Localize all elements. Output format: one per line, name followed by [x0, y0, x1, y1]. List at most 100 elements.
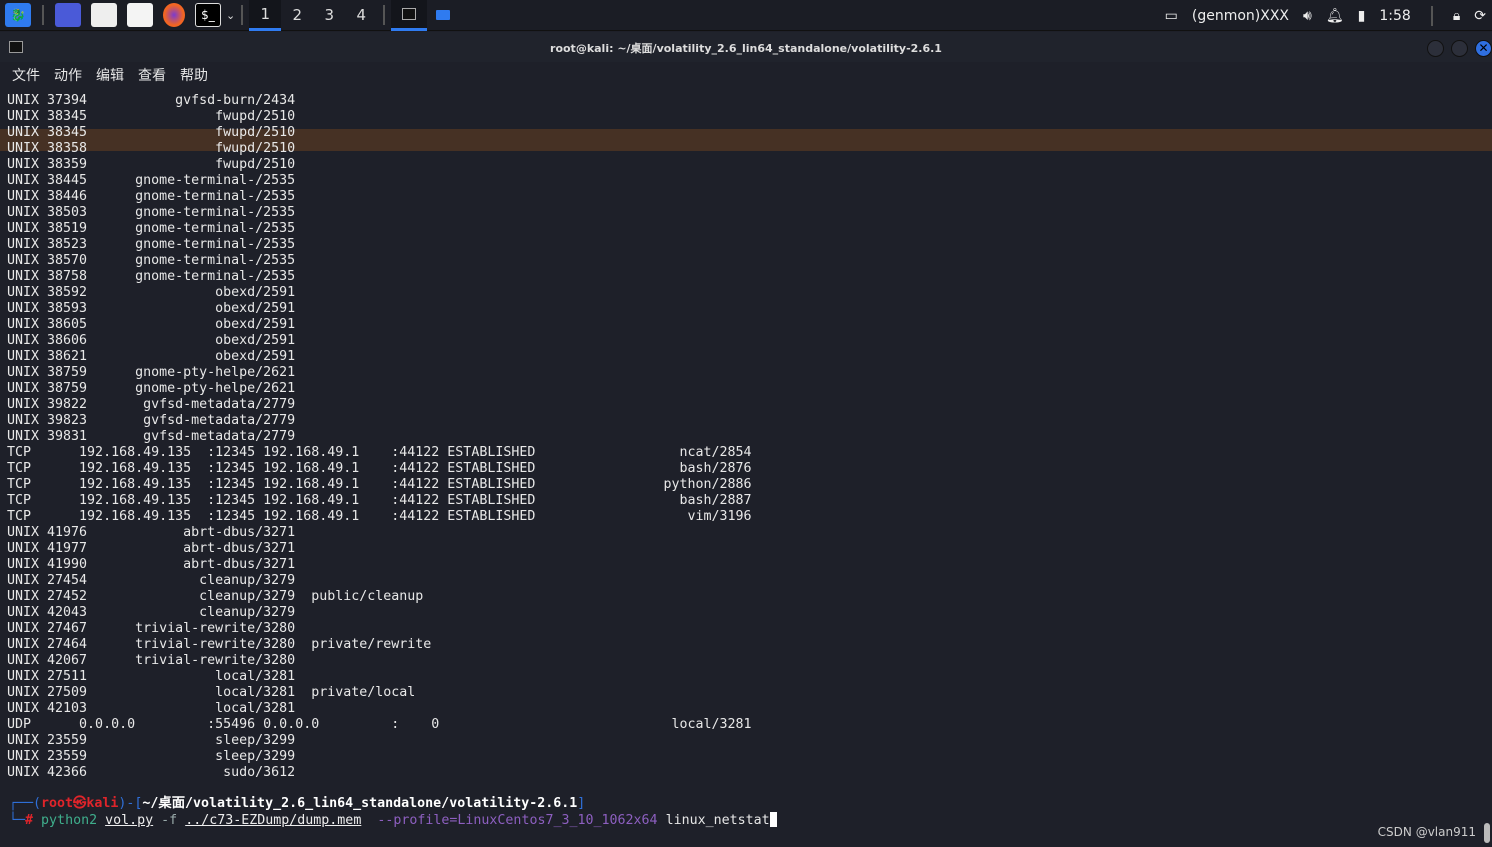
terminal-icon[interactable]: $_ — [195, 3, 221, 27]
desktop-icon[interactable] — [55, 3, 81, 27]
maximize-button[interactable] — [1451, 40, 1468, 57]
field-inode: 23559 — [47, 733, 88, 748]
shell-prompt[interactable]: ┌──(root㉿kali)-[~/桌面/volatility_2.6_lin6… — [9, 796, 777, 829]
netstat-row: TCP 192.168.49.135:12345 192.168.49.1:4412… — [7, 493, 808, 509]
netstat-row: UNIX 23559 sleep/3299 — [7, 749, 808, 765]
field-remote-ip: 192.168.49.1 — [263, 493, 360, 508]
field-state: ESTABLISHED — [447, 445, 536, 460]
field-inode: 39823 — [47, 413, 88, 428]
field-proto: UNIX — [7, 573, 40, 588]
menu-help[interactable]: 帮助 — [180, 65, 208, 85]
network-icon[interactable]: ▭ — [1165, 8, 1178, 24]
netstat-row: UNIX 39822 gvfsd-metadata/2779 — [7, 397, 808, 413]
menu-bar: 文件 动作 编辑 查看 帮助 — [0, 62, 208, 88]
field-local-port: :12345 — [207, 461, 256, 476]
prompt-symbol: # — [25, 813, 34, 828]
notification-bell-icon[interactable]: 🔔︎ — [1326, 8, 1344, 24]
field-proto: UNIX — [7, 749, 40, 764]
field-inode: 42103 — [47, 701, 88, 716]
field-proto: UNIX — [7, 365, 40, 380]
field-proto: UNIX — [7, 701, 40, 716]
menu-edit[interactable]: 编辑 — [96, 65, 124, 85]
field-inode: 39831 — [47, 429, 88, 444]
netstat-row: UNIX 39823 gvfsd-metadata/2779 — [7, 413, 808, 429]
field-process: gnome-terminal-/2535 — [135, 269, 296, 284]
task-folder[interactable] — [427, 0, 459, 31]
close-button[interactable]: ✕ — [1475, 40, 1492, 57]
workspace-4[interactable]: 4 — [345, 0, 377, 31]
netstat-row: UNIX 38570 gnome-terminal-/2535 — [7, 253, 808, 269]
field-process: abrt-dbus/3271 — [183, 541, 296, 556]
menu-file[interactable]: 文件 — [12, 65, 40, 85]
firefox-icon[interactable] — [163, 3, 185, 27]
scrollbar[interactable] — [1484, 823, 1490, 843]
battery-icon[interactable]: ▮ — [1358, 8, 1366, 24]
clock[interactable]: 1:58 — [1379, 8, 1410, 24]
workspace-1[interactable]: 1 — [249, 0, 282, 31]
field-proto: TCP — [7, 493, 32, 508]
field-remote-port: :44122 — [391, 477, 440, 492]
cmd-file: ../c73-EZDump/dump.mem — [185, 813, 362, 828]
field-process: gnome-terminal-/2535 — [135, 173, 296, 188]
field-proto: UNIX — [7, 525, 40, 540]
field-inode: 38446 — [47, 189, 88, 204]
minimize-button[interactable] — [1427, 40, 1444, 57]
field-inode: 38523 — [47, 237, 88, 252]
cmd-flag: -f — [161, 813, 178, 828]
netstat-row: UNIX 42103 local/3281 — [7, 701, 808, 717]
field-process: python/2886 — [663, 477, 752, 492]
logout-icon[interactable]: ⟳ — [1474, 8, 1486, 24]
netstat-row: UNIX 27511 local/3281 — [7, 669, 808, 685]
field-proto: UNIX — [7, 605, 40, 620]
field-proto: UNIX — [7, 397, 40, 412]
field-state: ESTABLISHED — [447, 493, 536, 508]
terminal-icon — [402, 7, 417, 20]
netstat-row: UNIX 38345 fwupd/2510 — [7, 109, 808, 125]
field-inode: 38759 — [47, 381, 88, 396]
field-proto: UDP — [7, 717, 32, 732]
netstat-row: UNIX 38759 gnome-pty-helpe/2621 — [7, 365, 808, 381]
menu-view[interactable]: 查看 — [138, 65, 166, 85]
field-inode: 42067 — [47, 653, 88, 668]
task-terminal[interactable] — [391, 0, 428, 31]
netstat-row: UNIX 38606 obexd/2591 — [7, 333, 808, 349]
field-remote-ip: 192.168.49.1 — [263, 509, 360, 524]
genmon-label[interactable]: (genmon)XXX — [1192, 8, 1289, 24]
field-process: cleanup/3279 — [199, 573, 296, 588]
netstat-row: UNIX 42366 sudo/3612 — [7, 765, 808, 781]
folder-icon — [436, 10, 451, 20]
field-proto: UNIX — [7, 333, 40, 348]
field-local-port: :55496 — [207, 717, 256, 732]
menu-action[interactable]: 动作 — [54, 65, 82, 85]
file-manager-icon[interactable] — [91, 3, 117, 27]
netstat-row: UNIX 38345 fwupd/2510 — [7, 125, 808, 141]
workspace-2[interactable]: 2 — [281, 0, 313, 31]
field-remote-port: :44122 — [391, 461, 440, 476]
field-proto: TCP — [7, 461, 32, 476]
netstat-row: UNIX 42043 cleanup/3279 — [7, 605, 808, 621]
prompt-corner: └─ — [9, 813, 26, 828]
field-state: ESTABLISHED — [447, 509, 536, 524]
cmd-profile: --profile=LinuxCentos7_3_10_1062x64 — [377, 813, 658, 828]
field-inode: 27452 — [47, 589, 88, 604]
terminal-output[interactable]: UNIX 37394 gvfsd-burn/2434 UNIX 38345 fwupd/2… — [7, 93, 808, 781]
kali-menu-icon[interactable]: 🐉 — [5, 3, 31, 27]
lock-icon[interactable]: 🔒︎ — [1453, 8, 1460, 24]
field-process: gvfsd-burn/2434 — [175, 93, 296, 108]
field-process: ncat/2854 — [679, 445, 752, 460]
field-proto: UNIX — [7, 173, 40, 188]
netstat-row: UNIX 27452 cleanup/3279 public/cleanup — [7, 589, 808, 605]
workspace-3[interactable]: 3 — [313, 0, 345, 31]
field-process: local/3281 — [671, 717, 752, 732]
field-process: obexd/2591 — [215, 285, 296, 300]
field-proto: TCP — [7, 509, 32, 524]
chevron-down-icon[interactable]: ⌄ — [226, 9, 235, 22]
netstat-row: TCP 192.168.49.135:12345 192.168.49.1:4412… — [7, 477, 808, 493]
field-local-ip: 192.168.49.135 — [79, 461, 192, 476]
netstat-row: UDP 0.0.0.0:55496 0.0.0.0: 0 local/3281 — [7, 717, 808, 733]
field-local-port: :12345 — [207, 477, 256, 492]
divider — [42, 5, 44, 25]
volume-icon[interactable]: 🔊︎ — [1303, 8, 1312, 24]
text-editor-icon[interactable] — [127, 3, 153, 27]
netstat-row: UNIX 38605 obexd/2591 — [7, 317, 808, 333]
